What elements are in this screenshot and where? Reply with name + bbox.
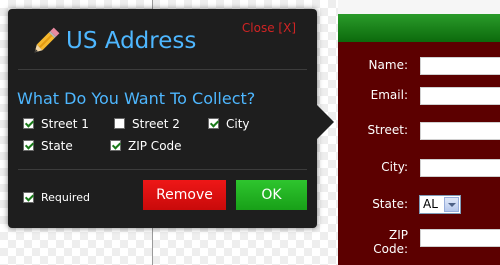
state-label: State:: [372, 197, 408, 211]
close-button[interactable]: Close [X]: [242, 21, 296, 35]
city-checkbox[interactable]: [208, 118, 219, 129]
name-field[interactable]: [420, 57, 500, 75]
option-label: Street 2: [132, 117, 180, 131]
zip-label-line2: Code:: [373, 242, 408, 256]
pencil-icon: [34, 27, 60, 53]
street-field[interactable]: [420, 122, 500, 140]
state-select[interactable]: AL: [419, 195, 461, 214]
required-checkbox[interactable]: [23, 192, 34, 203]
street-2-checkbox[interactable]: [114, 118, 125, 129]
remove-button[interactable]: Remove: [143, 180, 226, 210]
footer-divider: [18, 169, 307, 170]
zip-field[interactable]: [420, 229, 500, 247]
city-field[interactable]: [420, 159, 500, 177]
email-label: Email:: [370, 88, 408, 102]
chevron-down-icon[interactable]: [444, 197, 459, 212]
section-heading: What Do You Want To Collect?: [17, 89, 256, 108]
option-label: Street 1: [41, 117, 89, 131]
popup-title: US Address: [66, 28, 197, 54]
header-divider: [18, 69, 307, 70]
option-label: City: [226, 117, 250, 131]
state-select-value: AL: [423, 197, 438, 211]
city-label: City:: [381, 160, 408, 174]
option-label: ZIP Code: [128, 139, 182, 153]
street-1-checkbox[interactable]: [23, 118, 34, 129]
state-checkbox[interactable]: [23, 140, 34, 151]
address-settings-popup: US Address Close [X] What Do You Want To…: [8, 9, 317, 228]
ok-button[interactable]: OK: [236, 180, 307, 210]
form-preview: Name: Email: Street: City: State: AL ZIP…: [338, 0, 500, 265]
email-field[interactable]: [420, 87, 500, 105]
popup-pointer: [317, 105, 334, 139]
required-label: Required: [41, 191, 90, 204]
name-label: Name:: [368, 58, 408, 72]
street-label: Street:: [367, 123, 408, 137]
option-label: State: [41, 139, 73, 153]
form-header-bar: [338, 14, 500, 42]
form-top-strip: [338, 0, 500, 14]
zip-label-line1: ZIP: [389, 228, 408, 242]
zip-code-checkbox[interactable]: [110, 140, 121, 151]
